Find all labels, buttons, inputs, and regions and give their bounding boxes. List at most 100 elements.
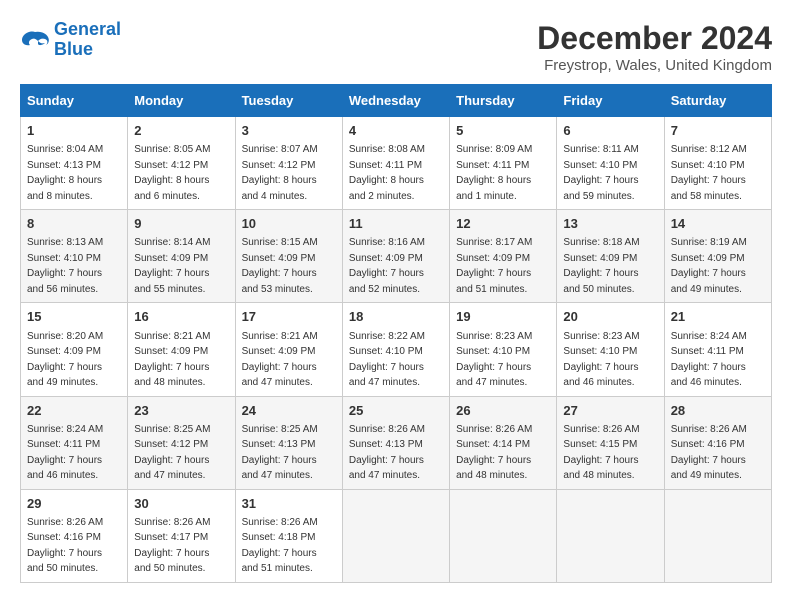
calendar-cell: 30 Sunrise: 8:26 AM Sunset: 4:17 PM Dayl… bbox=[128, 489, 235, 582]
calendar-cell: 24 Sunrise: 8:25 AM Sunset: 4:13 PM Dayl… bbox=[235, 396, 342, 489]
day-number: 15 bbox=[27, 308, 121, 326]
calendar-cell: 12 Sunrise: 8:17 AM Sunset: 4:09 PM Dayl… bbox=[450, 210, 557, 303]
logo: General Blue bbox=[20, 20, 121, 60]
calendar-cell: 21 Sunrise: 8:24 AM Sunset: 4:11 PM Dayl… bbox=[664, 303, 771, 396]
day-info: Sunrise: 8:12 AM Sunset: 4:10 PM Dayligh… bbox=[671, 144, 747, 202]
day-info: Sunrise: 8:24 AM Sunset: 4:11 PM Dayligh… bbox=[671, 331, 747, 389]
calendar-cell: 18 Sunrise: 8:22 AM Sunset: 4:10 PM Dayl… bbox=[342, 303, 449, 396]
day-info: Sunrise: 8:26 AM Sunset: 4:16 PM Dayligh… bbox=[671, 424, 747, 482]
day-number: 7 bbox=[671, 122, 765, 140]
page-header: General Blue December 2024 Freystrop, Wa… bbox=[20, 20, 772, 74]
day-info: Sunrise: 8:26 AM Sunset: 4:16 PM Dayligh… bbox=[27, 517, 103, 575]
calendar-cell: 11 Sunrise: 8:16 AM Sunset: 4:09 PM Dayl… bbox=[342, 210, 449, 303]
day-number: 24 bbox=[242, 402, 336, 420]
calendar-week-row: 15 Sunrise: 8:20 AM Sunset: 4:09 PM Dayl… bbox=[21, 303, 772, 396]
header-thursday: Thursday bbox=[450, 85, 557, 117]
calendar-cell: 17 Sunrise: 8:21 AM Sunset: 4:09 PM Dayl… bbox=[235, 303, 342, 396]
header-tuesday: Tuesday bbox=[235, 85, 342, 117]
day-info: Sunrise: 8:05 AM Sunset: 4:12 PM Dayligh… bbox=[134, 144, 210, 202]
calendar-cell: 27 Sunrise: 8:26 AM Sunset: 4:15 PM Dayl… bbox=[557, 396, 664, 489]
header-saturday: Saturday bbox=[664, 85, 771, 117]
day-number: 31 bbox=[242, 495, 336, 513]
day-info: Sunrise: 8:20 AM Sunset: 4:09 PM Dayligh… bbox=[27, 331, 103, 389]
calendar-cell: 5 Sunrise: 8:09 AM Sunset: 4:11 PM Dayli… bbox=[450, 117, 557, 210]
day-info: Sunrise: 8:21 AM Sunset: 4:09 PM Dayligh… bbox=[242, 331, 318, 389]
calendar-cell bbox=[557, 489, 664, 582]
calendar-table: SundayMondayTuesdayWednesdayThursdayFrid… bbox=[20, 84, 772, 583]
calendar-header-row: SundayMondayTuesdayWednesdayThursdayFrid… bbox=[21, 85, 772, 117]
day-number: 6 bbox=[563, 122, 657, 140]
day-info: Sunrise: 8:19 AM Sunset: 4:09 PM Dayligh… bbox=[671, 237, 747, 295]
day-number: 8 bbox=[27, 215, 121, 233]
day-number: 9 bbox=[134, 215, 228, 233]
calendar-cell: 29 Sunrise: 8:26 AM Sunset: 4:16 PM Dayl… bbox=[21, 489, 128, 582]
day-info: Sunrise: 8:22 AM Sunset: 4:10 PM Dayligh… bbox=[349, 331, 425, 389]
day-number: 26 bbox=[456, 402, 550, 420]
day-info: Sunrise: 8:16 AM Sunset: 4:09 PM Dayligh… bbox=[349, 237, 425, 295]
day-number: 29 bbox=[27, 495, 121, 513]
calendar-cell: 23 Sunrise: 8:25 AM Sunset: 4:12 PM Dayl… bbox=[128, 396, 235, 489]
day-number: 14 bbox=[671, 215, 765, 233]
header-monday: Monday bbox=[128, 85, 235, 117]
day-number: 18 bbox=[349, 308, 443, 326]
day-number: 5 bbox=[456, 122, 550, 140]
calendar-cell: 4 Sunrise: 8:08 AM Sunset: 4:11 PM Dayli… bbox=[342, 117, 449, 210]
calendar-cell: 16 Sunrise: 8:21 AM Sunset: 4:09 PM Dayl… bbox=[128, 303, 235, 396]
day-info: Sunrise: 8:26 AM Sunset: 4:15 PM Dayligh… bbox=[563, 424, 639, 482]
calendar-cell: 6 Sunrise: 8:11 AM Sunset: 4:10 PM Dayli… bbox=[557, 117, 664, 210]
day-info: Sunrise: 8:26 AM Sunset: 4:13 PM Dayligh… bbox=[349, 424, 425, 482]
day-number: 25 bbox=[349, 402, 443, 420]
calendar-cell: 13 Sunrise: 8:18 AM Sunset: 4:09 PM Dayl… bbox=[557, 210, 664, 303]
day-info: Sunrise: 8:26 AM Sunset: 4:14 PM Dayligh… bbox=[456, 424, 532, 482]
calendar-cell: 25 Sunrise: 8:26 AM Sunset: 4:13 PM Dayl… bbox=[342, 396, 449, 489]
day-number: 4 bbox=[349, 122, 443, 140]
calendar-cell: 26 Sunrise: 8:26 AM Sunset: 4:14 PM Dayl… bbox=[450, 396, 557, 489]
calendar-cell: 19 Sunrise: 8:23 AM Sunset: 4:10 PM Dayl… bbox=[450, 303, 557, 396]
day-number: 16 bbox=[134, 308, 228, 326]
calendar-cell: 2 Sunrise: 8:05 AM Sunset: 4:12 PM Dayli… bbox=[128, 117, 235, 210]
calendar-cell: 7 Sunrise: 8:12 AM Sunset: 4:10 PM Dayli… bbox=[664, 117, 771, 210]
logo-icon bbox=[20, 28, 50, 52]
day-info: Sunrise: 8:15 AM Sunset: 4:09 PM Dayligh… bbox=[242, 237, 318, 295]
day-info: Sunrise: 8:08 AM Sunset: 4:11 PM Dayligh… bbox=[349, 144, 425, 202]
calendar-cell: 31 Sunrise: 8:26 AM Sunset: 4:18 PM Dayl… bbox=[235, 489, 342, 582]
calendar-cell: 3 Sunrise: 8:07 AM Sunset: 4:12 PM Dayli… bbox=[235, 117, 342, 210]
calendar-week-row: 8 Sunrise: 8:13 AM Sunset: 4:10 PM Dayli… bbox=[21, 210, 772, 303]
header-sunday: Sunday bbox=[21, 85, 128, 117]
day-info: Sunrise: 8:11 AM Sunset: 4:10 PM Dayligh… bbox=[563, 144, 638, 202]
calendar-cell: 1 Sunrise: 8:04 AM Sunset: 4:13 PM Dayli… bbox=[21, 117, 128, 210]
day-info: Sunrise: 8:21 AM Sunset: 4:09 PM Dayligh… bbox=[134, 331, 210, 389]
calendar-cell: 10 Sunrise: 8:15 AM Sunset: 4:09 PM Dayl… bbox=[235, 210, 342, 303]
day-number: 20 bbox=[563, 308, 657, 326]
day-info: Sunrise: 8:18 AM Sunset: 4:09 PM Dayligh… bbox=[563, 237, 639, 295]
day-number: 10 bbox=[242, 215, 336, 233]
calendar-week-row: 1 Sunrise: 8:04 AM Sunset: 4:13 PM Dayli… bbox=[21, 117, 772, 210]
day-info: Sunrise: 8:26 AM Sunset: 4:17 PM Dayligh… bbox=[134, 517, 210, 575]
page-subtitle: Freystrop, Wales, United Kingdom bbox=[537, 57, 772, 74]
calendar-week-row: 29 Sunrise: 8:26 AM Sunset: 4:16 PM Dayl… bbox=[21, 489, 772, 582]
calendar-week-row: 22 Sunrise: 8:24 AM Sunset: 4:11 PM Dayl… bbox=[21, 396, 772, 489]
calendar-cell: 28 Sunrise: 8:26 AM Sunset: 4:16 PM Dayl… bbox=[664, 396, 771, 489]
day-number: 30 bbox=[134, 495, 228, 513]
day-number: 19 bbox=[456, 308, 550, 326]
day-info: Sunrise: 8:07 AM Sunset: 4:12 PM Dayligh… bbox=[242, 144, 318, 202]
day-number: 28 bbox=[671, 402, 765, 420]
day-info: Sunrise: 8:26 AM Sunset: 4:18 PM Dayligh… bbox=[242, 517, 318, 575]
day-info: Sunrise: 8:23 AM Sunset: 4:10 PM Dayligh… bbox=[456, 331, 532, 389]
calendar-cell bbox=[664, 489, 771, 582]
day-number: 12 bbox=[456, 215, 550, 233]
calendar-cell: 20 Sunrise: 8:23 AM Sunset: 4:10 PM Dayl… bbox=[557, 303, 664, 396]
calendar-cell bbox=[450, 489, 557, 582]
day-info: Sunrise: 8:17 AM Sunset: 4:09 PM Dayligh… bbox=[456, 237, 532, 295]
day-number: 11 bbox=[349, 215, 443, 233]
day-number: 21 bbox=[671, 308, 765, 326]
day-number: 1 bbox=[27, 122, 121, 140]
day-info: Sunrise: 8:04 AM Sunset: 4:13 PM Dayligh… bbox=[27, 144, 103, 202]
calendar-cell bbox=[342, 489, 449, 582]
day-number: 23 bbox=[134, 402, 228, 420]
day-info: Sunrise: 8:24 AM Sunset: 4:11 PM Dayligh… bbox=[27, 424, 103, 482]
header-friday: Friday bbox=[557, 85, 664, 117]
day-number: 13 bbox=[563, 215, 657, 233]
day-info: Sunrise: 8:09 AM Sunset: 4:11 PM Dayligh… bbox=[456, 144, 532, 202]
page-title: December 2024 bbox=[537, 20, 772, 57]
